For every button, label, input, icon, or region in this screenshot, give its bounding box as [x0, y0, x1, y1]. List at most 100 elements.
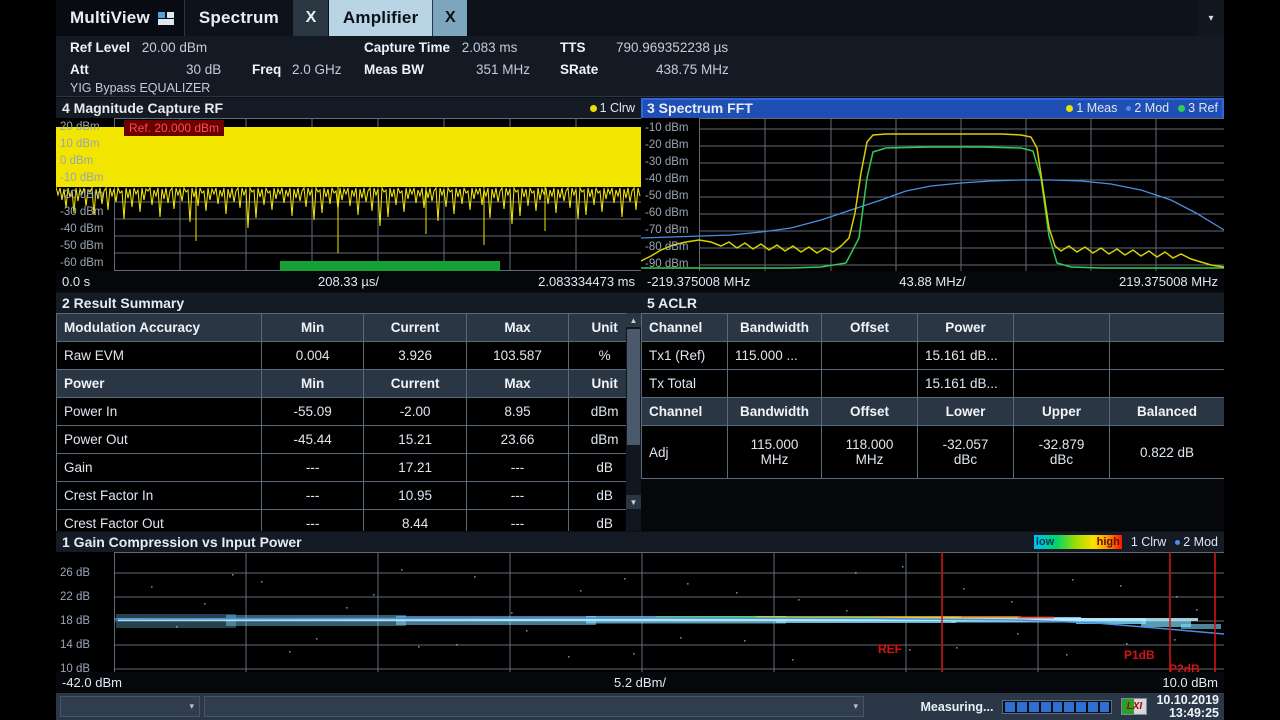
cell: -32.879 dBc	[1013, 425, 1110, 479]
y-tick-label: -40 dBm	[60, 223, 104, 235]
x-axis-start-label: -42.0 dBm	[62, 675, 122, 690]
table-row[interactable]: Tx1 (Ref) 115.000 ... 15.161 dB...	[641, 341, 1224, 370]
aclr-table-area[interactable]: Channel Bandwidth Offset Power Tx1 (Ref)…	[641, 313, 1224, 531]
trace-legend-item: 1 Clrw	[589, 98, 635, 118]
y-tick-label: 10 dBm	[60, 138, 100, 150]
lxi-status-icon[interactable]: LXI	[1121, 698, 1148, 715]
column-header: Current	[363, 369, 467, 398]
scroll-up-icon[interactable]: ▲	[626, 313, 641, 327]
status-combo-left[interactable]: ▾	[60, 696, 200, 717]
cell: 23.66	[465, 425, 570, 454]
cell: 0.822 dB	[1109, 425, 1224, 479]
srate-value: 438.75 MHz	[656, 62, 729, 77]
window-aclr[interactable]: 5 ACLR Channel Bandwidth Offset Power Tx…	[641, 293, 1224, 531]
column-header: Min	[260, 313, 365, 342]
window-result-summary[interactable]: 2 Result Summary Modulation Accuracy Min…	[56, 293, 641, 531]
table-row[interactable]: Adj 115.000 MHz 118.000 MHz -32.057 dBc …	[641, 425, 1224, 479]
cell	[1013, 341, 1110, 370]
x-axis-span-label: 43.88 MHz/	[899, 274, 966, 289]
table-row[interactable]: Raw EVM 0.004 3.926 103.587 %	[56, 341, 641, 370]
magnitude-capture-plot[interactable]: 20 dBm 10 dBm 0 dBm -10 dBm -20 dBm -30 …	[56, 118, 641, 272]
y-tick-label: 26 dB	[60, 567, 91, 579]
window-magnitude-capture[interactable]: 4 Magnitude Capture RF 1 Clrw 20 dBm 10 …	[56, 98, 641, 292]
cell: Gain	[56, 453, 262, 482]
cell	[1013, 369, 1110, 398]
result-summary-table-area[interactable]: Modulation Accuracy Min Current Max Unit…	[56, 313, 641, 531]
att-label: Att	[70, 62, 89, 77]
cell: 118.000 MHz	[821, 425, 918, 479]
x-axis-start-label: -219.375008 MHz	[647, 274, 751, 289]
cell: ---	[260, 481, 365, 510]
tab-spectrum[interactable]: Spectrum	[184, 0, 294, 36]
y-tick-label: -50 dBm	[645, 190, 689, 202]
capture-time-label: Capture Time	[364, 40, 451, 55]
gain-compression-plot[interactable]: 26 dB 22 dB 18 dB 14 dB 10 dB REF P1dB P…	[56, 552, 1224, 676]
trace-label: 1 Clrw	[1130, 535, 1167, 549]
column-header: Upper	[1013, 397, 1110, 426]
y-tick-label: 0 dBm	[60, 155, 94, 167]
ref-level-label: Ref Level	[70, 40, 131, 55]
scrollbar-thumb[interactable]	[627, 329, 640, 445]
tab-multiview-label: MultiView	[70, 8, 150, 27]
ref-level-value: 20.00 dBm	[141, 40, 208, 55]
spectrum-fft-trace-legend: 1 Meas 2 Mod 3 Ref	[1066, 98, 1218, 118]
trace-legend-item: 3 Ref	[1178, 98, 1218, 118]
cell	[1109, 369, 1224, 398]
table-row[interactable]: Gain --- 17.21 --- dB	[56, 453, 641, 482]
chevron-down-icon: ▾	[189, 701, 194, 711]
table-row[interactable]: Power In -55.09 -2.00 8.95 dBm	[56, 397, 641, 426]
y-tick-label: -80 dBm	[645, 241, 689, 253]
column-header: Modulation Accuracy	[56, 313, 262, 342]
column-header: Channel	[641, 313, 728, 342]
tab-amplifier-close-icon[interactable]: X	[433, 0, 469, 36]
screen-content: MultiView Spectrum X Amplifier X ▾ Ref L…	[56, 0, 1224, 720]
y-tick-label: -30 dBm	[645, 156, 689, 168]
gain-compression-title-bar: 1 Gain Compression vs Input Power low hi…	[56, 532, 1224, 552]
window-gain-compression[interactable]: 1 Gain Compression vs Input Power low hi…	[56, 532, 1224, 693]
cell: Power Out	[56, 425, 262, 454]
status-line: YIG Bypass EQUALIZER	[70, 81, 211, 95]
cell: Raw EVM	[56, 341, 262, 370]
result-summary-scrollbar[interactable]: ▲ ▼	[626, 313, 641, 531]
ref-level-marker: Ref. 20.000 dBm	[124, 120, 225, 136]
cell: Power In	[56, 397, 262, 426]
spectrum-fft-plot[interactable]: -10 dBm -20 dBm -30 dBm -40 dBm -50 dBm …	[641, 118, 1224, 271]
srate-label: SRate	[560, 62, 599, 77]
trace-color-dot-icon	[1175, 539, 1181, 545]
cell: Crest Factor Out	[56, 509, 262, 531]
table-header-row: Channel Bandwidth Offset Lower Upper Bal…	[641, 397, 1224, 426]
y-tick-label: -10 dBm	[645, 122, 689, 134]
table-row[interactable]: Crest Factor In --- 10.95 --- dB	[56, 481, 641, 510]
tab-overflow-menu-icon[interactable]: ▾	[1198, 0, 1224, 36]
table-row[interactable]: Power Out -45.44 15.21 23.66 dBm	[56, 425, 641, 454]
column-header: Bandwidth	[727, 397, 822, 426]
table-row[interactable]: Crest Factor Out --- 8.44 --- dB	[56, 509, 641, 531]
column-header: Max	[465, 369, 570, 398]
trace-legend-item: 2 Mod	[1126, 98, 1169, 118]
scroll-down-icon[interactable]: ▼	[626, 495, 641, 509]
table-row[interactable]: Tx Total 15.161 dB...	[641, 369, 1224, 398]
window-spectrum-fft[interactable]: 3 Spectrum FFT 1 Meas 2 Mod 3 Ref -10 dB…	[641, 98, 1224, 292]
result-summary-title: 2 Result Summary	[62, 295, 185, 311]
marker-label-p1db: P1dB	[1124, 648, 1155, 662]
meas-bw-value: 351 MHz	[476, 62, 531, 77]
tab-multiview[interactable]: MultiView	[56, 0, 185, 36]
trace-color-dot-icon	[589, 104, 597, 112]
tab-amplifier[interactable]: Amplifier	[328, 0, 434, 36]
table-header-row: Channel Bandwidth Offset Power	[641, 313, 1224, 342]
chevron-down-icon: ▾	[853, 701, 858, 711]
y-tick-label: -90 dBm	[645, 258, 689, 270]
tab-spectrum-close-icon[interactable]: X	[293, 0, 329, 36]
y-tick-label: 18 dB	[60, 615, 91, 627]
gain-compression-legend: low high 1 Clrw 2 Mod	[1033, 532, 1218, 552]
status-combo-main[interactable]: ▾	[204, 696, 864, 717]
column-header	[1013, 313, 1110, 342]
spectrum-fft-title: 3 Spectrum FFT	[647, 100, 753, 116]
date-time-display: 10.10.2019 13:49:25	[1156, 693, 1219, 720]
cell: 115.000 MHz	[727, 425, 822, 479]
cell: 8.44	[363, 509, 467, 531]
cell: 15.161 dB...	[917, 369, 1014, 398]
status-bar: ▾ ▾ Measuring... LXI 10.10.2019 13:49:25	[56, 693, 1224, 720]
tab-amplifier-label: Amplifier	[342, 8, 419, 27]
cell: 8.95	[465, 397, 570, 426]
